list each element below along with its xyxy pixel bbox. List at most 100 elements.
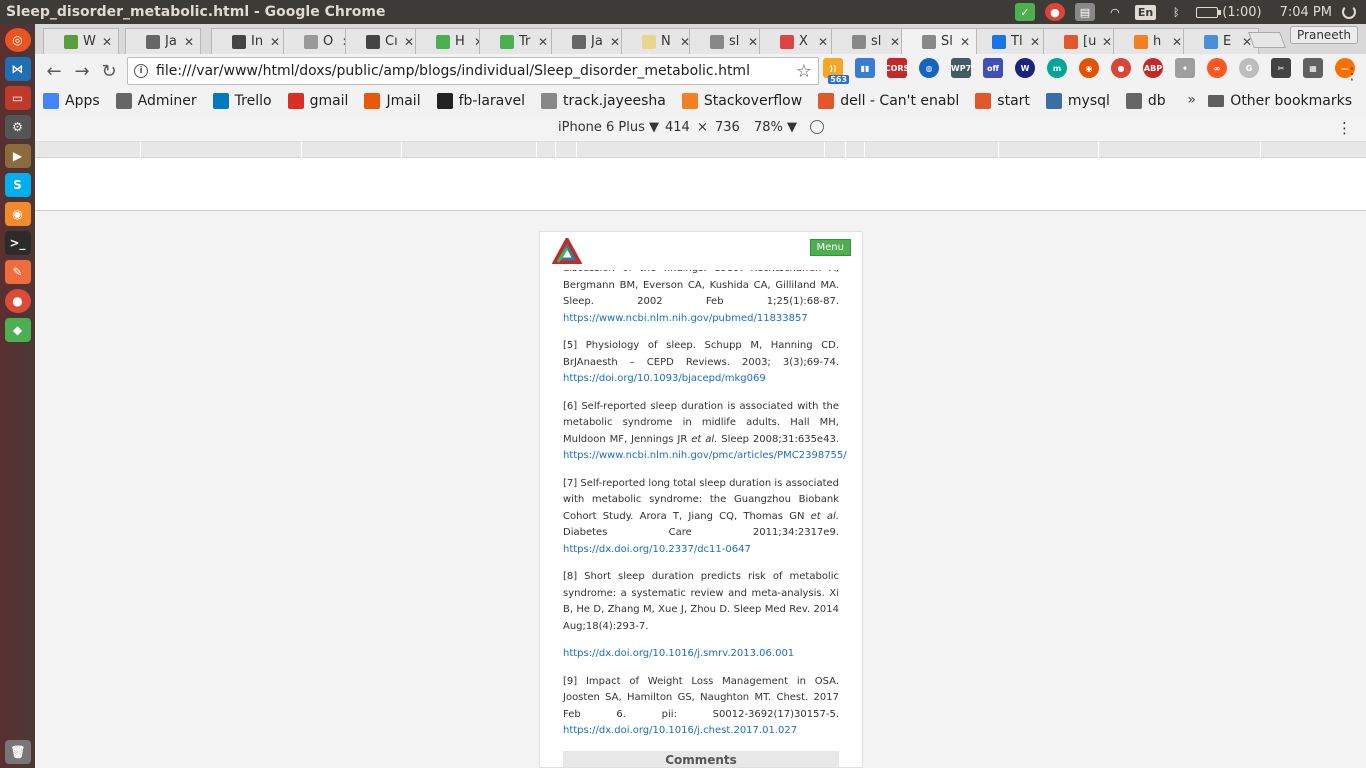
system-settings-icon[interactable]: ⚙	[4, 115, 31, 139]
bluetooth-icon[interactable]: ᛒ	[1166, 3, 1186, 21]
g-extension-icon[interactable]: G	[1239, 58, 1259, 78]
zoom-select[interactable]: 78% ▼	[754, 120, 797, 135]
browser-tab[interactable]: Ja ✕	[551, 28, 627, 54]
forward-icon[interactable]: →	[71, 60, 93, 82]
reference-link[interactable]: https://dx.doi.org/10.1016/j.smrv.2013.0…	[563, 648, 794, 659]
tab-close-icon[interactable]: ✕	[270, 35, 280, 49]
reload-icon[interactable]: ↻	[98, 60, 120, 82]
address-url[interactable]: file:///var/www/html/doxs/public/amp/blo…	[156, 63, 796, 79]
bookmark-item[interactable]: Adminer	[115, 93, 197, 109]
tab-close-icon[interactable]: ✕	[1172, 35, 1182, 49]
qr-extension-icon[interactable]: ▦	[1303, 58, 1323, 78]
tab-close-icon[interactable]: ✕	[748, 35, 758, 49]
w-extension-icon[interactable]: W	[1015, 58, 1035, 78]
browser-tab[interactable]: W ✕	[43, 28, 119, 54]
tools-extension-icon[interactable]: ✂	[1271, 58, 1291, 78]
m-extension-icon[interactable]: m	[1047, 58, 1067, 78]
browser-tab[interactable]: X ✕	[759, 28, 835, 54]
proxy-off-extension-icon[interactable]: off	[983, 58, 1003, 78]
tab-close-icon[interactable]: ✕	[890, 35, 900, 49]
tab-close-icon[interactable]: ✕	[404, 35, 414, 49]
browser-tab[interactable]: N ✕	[621, 28, 697, 54]
rotate-icon[interactable]	[810, 120, 824, 134]
printer-icon[interactable]: ▤	[1074, 3, 1095, 21]
browser-tab[interactable]: Tl ✕	[971, 28, 1047, 54]
profile-button[interactable]: Praneeth	[1290, 26, 1358, 44]
adblock-plus-icon[interactable]: ABP	[1143, 58, 1163, 78]
other-bookmarks[interactable]: Other bookmarks	[1208, 88, 1352, 114]
bookmarks-overflow-icon[interactable]: »	[1187, 92, 1196, 108]
tab-close-icon[interactable]: ✕	[610, 35, 620, 49]
clock[interactable]: 7:04 PM	[1280, 5, 1332, 20]
browser-tab[interactable]: Sl ✕	[901, 28, 977, 54]
skype-icon[interactable]: S	[4, 173, 31, 197]
globe-extension-icon[interactable]: ◍	[919, 58, 939, 78]
viewport-height[interactable]: 736	[715, 120, 740, 135]
ubuntu-dash-icon[interactable]: ◎	[4, 28, 31, 52]
cors-extension-icon[interactable]: CORS	[885, 58, 909, 78]
site-logo-icon[interactable]	[552, 238, 582, 266]
firefox-icon[interactable]: ◉	[4, 202, 31, 226]
checkmark-icon[interactable]: ✓	[1014, 3, 1035, 21]
viewport-width[interactable]: 414	[665, 120, 690, 135]
bookmark-item[interactable]: track.jayeesha	[541, 93, 666, 109]
chrome-menu-icon[interactable]: ⋮	[1344, 64, 1360, 83]
tab-close-icon[interactable]: ✕	[818, 35, 828, 49]
tab-close-icon[interactable]: ✕	[1030, 35, 1040, 49]
browser-tab[interactable]: Ja ✕	[125, 28, 201, 54]
new-tab-button[interactable]	[1248, 32, 1286, 48]
address-bar[interactable]: i file:///var/www/html/doxs/public/amp/b…	[127, 57, 819, 85]
wp7-extension-icon[interactable]: WP7	[951, 58, 971, 78]
browser-tab[interactable]: Tr ✕	[479, 28, 555, 54]
chrome-icon[interactable]: ●	[1044, 3, 1065, 21]
firefox-sync-extension-icon[interactable]: ◉	[1079, 58, 1099, 78]
bookmark-item[interactable]: db	[1125, 93, 1166, 109]
tab-close-icon[interactable]: ✕	[538, 35, 548, 49]
reference-link[interactable]: https://www.ncbi.nlm.nih.gov/pmc/article…	[563, 450, 847, 461]
vscode-icon[interactable]: ⋈	[4, 57, 31, 81]
infinity-extension-icon[interactable]: ∞	[1207, 58, 1227, 78]
chart-extension-icon[interactable]: ▮▮	[855, 58, 875, 78]
bookmark-item[interactable]: Trello	[212, 93, 272, 109]
bookmark-item[interactable]: Stackoverflow	[681, 93, 802, 109]
android-studio-icon[interactable]: ◆	[4, 318, 31, 342]
bookmark-item[interactable]: start	[975, 93, 1030, 109]
trash-icon[interactable]: 🗑	[5, 740, 31, 764]
reference-link[interactable]: https://doi.org/10.1093/bjacepd/mkg069	[563, 373, 766, 384]
rss-extension-icon[interactable]: )) 563	[823, 58, 849, 84]
mobile-page[interactable]: Menu discussion of the findings. 1989. R…	[539, 231, 863, 768]
terminal-app-icon[interactable]: ▶	[4, 144, 31, 168]
tab-close-icon[interactable]: ✕	[102, 35, 112, 49]
reference-link[interactable]: https://dx.doi.org/10.1016/j.chest.2017.…	[563, 725, 797, 736]
files-icon[interactable]: ▭	[4, 86, 31, 110]
battery-indicator[interactable]: (1:00)	[1196, 5, 1262, 20]
bookmark-item[interactable]: mysql	[1045, 93, 1110, 109]
bookmark-item[interactable]: Jmail	[364, 93, 421, 109]
power-icon[interactable]	[1342, 5, 1356, 19]
chrome-extension-icon[interactable]: ●	[1111, 58, 1131, 78]
browser-tab[interactable]: sl ✕	[689, 28, 765, 54]
device-select[interactable]: iPhone 6 Plus ▼	[558, 120, 659, 135]
info-icon[interactable]: i	[134, 64, 148, 78]
browser-tab[interactable]: [u ✕	[1043, 28, 1119, 54]
browser-tab[interactable]: Cı ✕	[345, 28, 421, 54]
bookmark-star-icon[interactable]: ☆	[796, 61, 812, 82]
terminal-icon[interactable]: >_	[4, 231, 31, 255]
browser-tab[interactable]: sl ✕	[831, 28, 907, 54]
bookmark-item[interactable]: Apps	[43, 93, 100, 109]
chrome-launcher-icon[interactable]: ●	[4, 289, 31, 313]
bookmark-item[interactable]: fb-laravel	[436, 93, 525, 109]
postman-icon[interactable]: ✎	[4, 260, 31, 284]
tab-close-icon[interactable]: ✕	[960, 35, 970, 49]
back-icon[interactable]: ←	[43, 60, 65, 82]
browser-tab[interactable]: In ✕	[211, 28, 287, 54]
keyboard-layout[interactable]: En	[1134, 4, 1157, 20]
puzzle-extension-icon[interactable]: ✦	[1175, 58, 1195, 78]
menu-button[interactable]: Menu	[809, 239, 851, 256]
reference-link[interactable]: https://www.ncbi.nlm.nih.gov/pubmed/1183…	[563, 313, 808, 324]
tab-close-icon[interactable]: ✕	[184, 35, 194, 49]
browser-tab[interactable]: h ✕	[1113, 28, 1189, 54]
device-menu-icon[interactable]: ⋮	[1337, 119, 1352, 137]
media-query-ruler[interactable]	[35, 142, 1366, 158]
reference-link[interactable]: https://dx.doi.org/10.2337/dc11-0647	[563, 544, 751, 555]
